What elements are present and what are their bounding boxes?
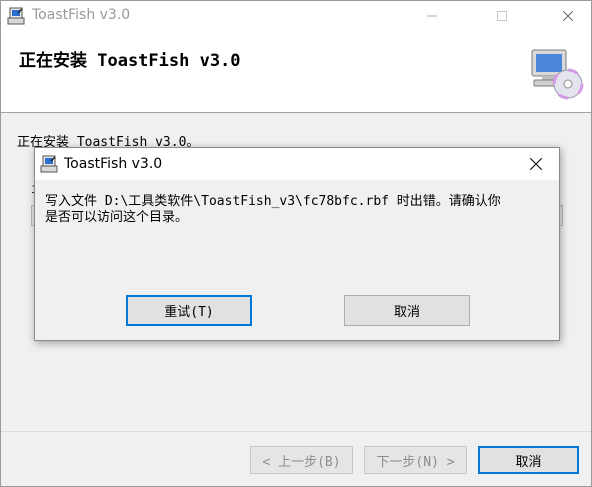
page-title: 正在安装 ToastFish v3.0 bbox=[19, 51, 241, 71]
error-dialog: ToastFish v3.0 写入文件 D:\工具类软件\ToastFish_v… bbox=[34, 147, 560, 341]
installer-app-icon bbox=[7, 7, 25, 25]
maximize-icon bbox=[497, 11, 507, 21]
retry-button[interactable]: 重试(T) bbox=[126, 295, 252, 326]
minimize-button[interactable] bbox=[409, 1, 455, 32]
close-icon bbox=[563, 11, 573, 21]
header-banner: 正在安装 ToastFish v3.0 bbox=[1, 32, 591, 113]
computer-cd-icon bbox=[531, 49, 584, 100]
dialog-close-button[interactable] bbox=[513, 148, 559, 180]
close-button[interactable] bbox=[545, 1, 591, 32]
dialog-title-bar[interactable]: ToastFish v3.0 bbox=[35, 148, 559, 180]
dialog-cancel-button[interactable]: 取消 bbox=[344, 295, 470, 326]
dialog-app-icon bbox=[40, 155, 58, 173]
dialog-title: ToastFish v3.0 bbox=[64, 156, 163, 172]
back-button[interactable]: < 上一步(B) bbox=[250, 446, 353, 474]
title-bar[interactable]: ToastFish v3.0 bbox=[1, 1, 591, 32]
window-title: ToastFish v3.0 bbox=[32, 7, 131, 23]
maximize-button[interactable] bbox=[479, 1, 525, 32]
close-icon bbox=[530, 158, 542, 170]
next-button[interactable]: 下一步(N) > bbox=[364, 446, 467, 474]
cancel-button[interactable]: 取消 bbox=[478, 446, 579, 474]
minimize-icon bbox=[427, 15, 437, 17]
footer-divider bbox=[1, 431, 591, 432]
dialog-message: 写入文件 D:\工具类软件\ToastFish_v3\fc78bfc.rbf 时… bbox=[45, 194, 501, 225]
